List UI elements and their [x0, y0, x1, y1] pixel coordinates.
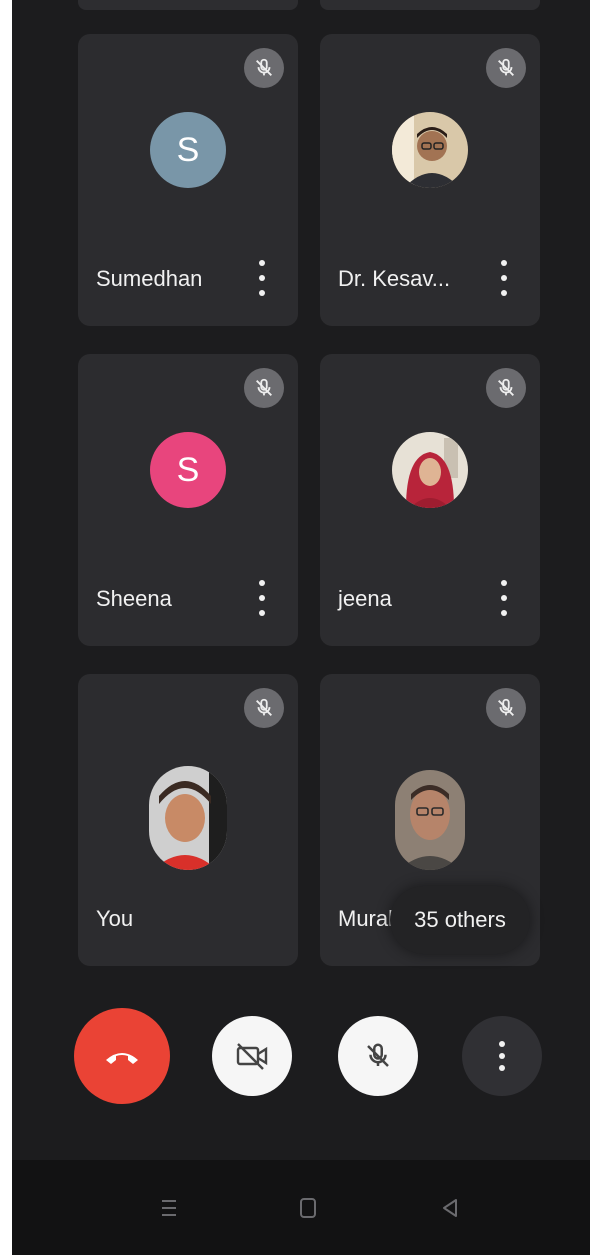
mic-off-icon — [486, 48, 526, 88]
end-call-button[interactable] — [74, 1008, 170, 1104]
more-options-button[interactable] — [462, 1016, 542, 1096]
avatar — [392, 112, 468, 188]
others-count-pill[interactable]: 35 others — [390, 886, 530, 954]
mic-off-icon — [486, 368, 526, 408]
mic-off-icon — [486, 688, 526, 728]
home-button[interactable] — [288, 1188, 328, 1228]
previous-tiles-edge — [78, 0, 540, 12]
more-options-icon[interactable] — [252, 580, 272, 616]
avatar — [395, 770, 465, 870]
avatar: S — [150, 112, 226, 188]
more-options-icon[interactable] — [494, 260, 514, 296]
phone-hangup-icon — [106, 1053, 138, 1064]
avatar: S — [150, 432, 226, 508]
mic-off-icon — [244, 368, 284, 408]
more-options-icon[interactable] — [494, 580, 514, 616]
call-controls — [12, 990, 590, 1150]
participant-name: Mural — [338, 906, 394, 931]
mic-toggle-button[interactable] — [338, 1016, 418, 1096]
participant-name: Sheena — [96, 586, 172, 611]
home-icon — [300, 1198, 316, 1218]
back-button[interactable] — [430, 1188, 470, 1228]
avatar — [392, 432, 468, 508]
system-navigation-bar — [12, 1160, 590, 1255]
mic-off-icon — [244, 688, 284, 728]
participant-tile[interactable]: S Sumedhan — [78, 34, 298, 326]
participant-tile[interactable]: jeena — [320, 354, 540, 646]
mic-off-icon — [367, 1043, 389, 1067]
participant-tile[interactable]: You — [78, 674, 298, 966]
more-options-icon[interactable] — [252, 260, 272, 296]
more-vert-icon — [498, 1041, 506, 1071]
participant-name: You — [96, 906, 134, 931]
participant-name: Sumedhan — [96, 266, 203, 291]
meeting-screen: S Sumedhan Dr. Kesav... S Sheena jeena Y… — [12, 0, 590, 1255]
recents-button[interactable] — [149, 1188, 189, 1228]
camera-toggle-button[interactable] — [212, 1016, 292, 1096]
participant-name: Dr. Kesav... — [338, 266, 451, 291]
camera-off-icon — [236, 1043, 268, 1070]
participant-name: jeena — [338, 586, 392, 611]
recents-icon — [162, 1200, 176, 1216]
avatar — [149, 766, 227, 870]
participant-tile[interactable]: S Sheena — [78, 354, 298, 646]
back-icon — [443, 1199, 457, 1217]
participant-tile[interactable]: Dr. Kesav... — [320, 34, 540, 326]
mic-off-icon — [244, 48, 284, 88]
